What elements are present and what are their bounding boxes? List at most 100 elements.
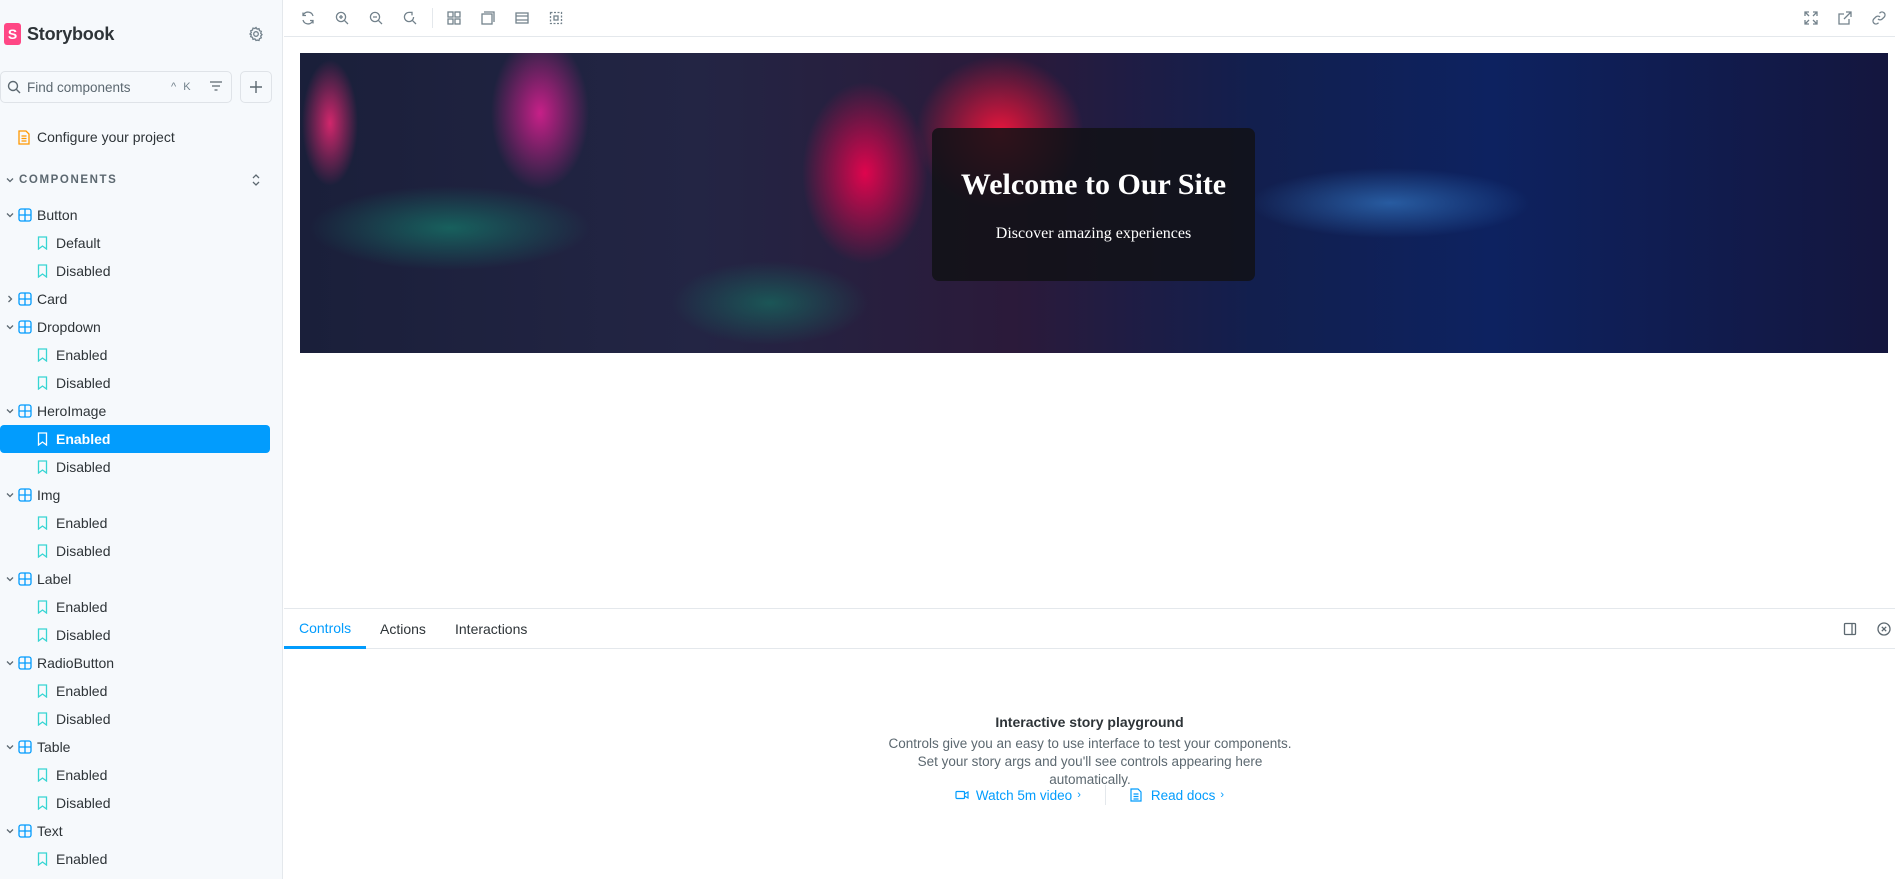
viewport-button[interactable]: [512, 8, 532, 28]
tree-component[interactable]: Table: [0, 733, 282, 761]
zoom-in-button[interactable]: [332, 8, 352, 28]
chevron-down-icon: [5, 742, 15, 752]
tree-story[interactable]: Enabled: [0, 509, 282, 537]
tab-controls[interactable]: Controls: [284, 609, 367, 649]
components-section-header[interactable]: COMPONENTS: [0, 170, 270, 190]
filter-button[interactable]: [209, 79, 225, 95]
open-new-tab-button[interactable]: [1835, 8, 1855, 28]
bookmark-icon: [37, 768, 49, 782]
settings-button[interactable]: [246, 24, 266, 44]
configure-label: Configure your project: [37, 129, 175, 145]
tree-story[interactable]: Disabled: [0, 453, 282, 481]
tree-story[interactable]: Default: [0, 229, 282, 257]
tree-story[interactable]: Disabled: [0, 621, 282, 649]
zoom-out-icon: [369, 11, 383, 25]
reload-button[interactable]: [298, 8, 318, 28]
brand[interactable]: S Storybook: [4, 22, 114, 46]
grid-icon: [447, 11, 461, 25]
tree-component[interactable]: HeroImage: [0, 397, 282, 425]
panel-orientation-button[interactable]: [1842, 621, 1858, 637]
tree-story[interactable]: Enabled: [0, 593, 282, 621]
tree-story[interactable]: Disabled: [0, 257, 282, 285]
tree-story[interactable]: Enabled: [0, 845, 282, 873]
outline-button[interactable]: [546, 8, 566, 28]
component-tree: Button Default Disabled Card Dropdown Enabled…: [0, 201, 282, 873]
tree-component[interactable]: Card: [0, 285, 282, 313]
zoom-out-button[interactable]: [366, 8, 386, 28]
tab-interactions[interactable]: Interactions: [440, 609, 542, 649]
search-field[interactable]: ^ K: [0, 71, 232, 103]
watch-video-link[interactable]: Watch 5m video ›: [955, 788, 1081, 803]
configure-project-link[interactable]: Configure your project: [18, 127, 175, 147]
fullscreen-icon: [1804, 11, 1818, 25]
preview-canvas: Welcome to Our Site Discover amazing exp…: [284, 37, 1895, 608]
bookmark-icon: [37, 684, 49, 698]
tree-item-label: Enabled: [56, 515, 108, 531]
bookmark-icon: [37, 460, 49, 474]
tree-component[interactable]: Dropdown: [0, 313, 282, 341]
zoom-reset-button[interactable]: [400, 8, 420, 28]
background-icon: [481, 11, 495, 25]
viewport-icon: [515, 12, 529, 24]
chevron-right-icon: ›: [1077, 789, 1081, 801]
links-divider: [1104, 785, 1106, 805]
copy-link-button[interactable]: [1869, 8, 1889, 28]
tree-component[interactable]: Img: [0, 481, 282, 509]
hero-image: Welcome to Our Site Discover amazing exp…: [300, 53, 1888, 353]
tree-component[interactable]: Label: [0, 565, 282, 593]
tree-component[interactable]: Button: [0, 201, 282, 229]
tree-component[interactable]: Text: [0, 817, 282, 845]
chevron-down-icon: [5, 175, 15, 185]
outline-icon: [549, 11, 563, 25]
chevron-down-icon: [5, 406, 15, 416]
tree-item-label: HeroImage: [37, 403, 107, 419]
bookmark-icon: [37, 376, 49, 390]
chevron-down-icon: [5, 658, 15, 668]
tree-item-label: RadioButton: [37, 655, 115, 671]
tab-actions[interactable]: Actions: [365, 609, 441, 649]
close-panel-button[interactable]: [1876, 621, 1892, 637]
tree-story-selected[interactable]: Enabled: [0, 425, 270, 453]
bookmark-icon: [37, 796, 49, 810]
component-icon: [18, 208, 32, 222]
tree-component[interactable]: RadioButton: [0, 649, 282, 677]
tree-story[interactable]: Enabled: [0, 341, 282, 369]
component-icon: [18, 292, 32, 306]
component-icon: [18, 320, 32, 334]
component-icon: [18, 404, 32, 418]
bookmark-icon: [37, 628, 49, 642]
read-docs-link[interactable]: Read docs ›: [1130, 788, 1224, 803]
tree-item-label: Disabled: [56, 795, 111, 811]
read-docs-label: Read docs: [1150, 787, 1216, 803]
brand-name: Storybook: [27, 23, 115, 44]
chevron-down-icon: [5, 826, 15, 836]
expand-collapse-icon[interactable]: [250, 170, 264, 190]
grid-button[interactable]: [444, 8, 464, 28]
fullscreen-button[interactable]: [1801, 8, 1821, 28]
tree-story[interactable]: Enabled: [0, 677, 282, 705]
tree-item-label: Disabled: [56, 263, 111, 279]
tree-story[interactable]: Disabled: [0, 789, 282, 817]
tree-story[interactable]: Disabled: [0, 369, 282, 397]
tree-item-label: Img: [37, 487, 61, 503]
chevron-down-icon: [5, 574, 15, 584]
toolbar-divider: [432, 8, 433, 28]
add-story-button[interactable]: [240, 71, 272, 103]
bookmark-icon: [37, 516, 49, 530]
hero-subtitle: Discover amazing experiences: [995, 225, 1192, 242]
component-icon: [18, 488, 32, 502]
sidebar: S Storybook ^ K Configure your project C…: [0, 0, 283, 879]
search-input[interactable]: [27, 79, 167, 95]
tree-item-label: Enabled: [56, 599, 108, 615]
hero-title: Welcome to Our Site: [960, 168, 1227, 201]
zoom-reset-icon: [403, 11, 417, 25]
background-button[interactable]: [478, 8, 498, 28]
sidebar-toggle-icon: [1843, 622, 1857, 636]
hero-overlay: Welcome to Our Site Discover amazing exp…: [932, 128, 1255, 281]
tree-story[interactable]: Disabled: [0, 537, 282, 565]
tree-story[interactable]: Disabled: [0, 705, 282, 733]
zoom-in-icon: [335, 11, 349, 25]
empty-state-description: Controls give you an easy to use interfa…: [888, 736, 1292, 787]
tree-story[interactable]: Enabled: [0, 761, 282, 789]
addon-tabs: Controls Actions Interactions: [284, 609, 1895, 649]
